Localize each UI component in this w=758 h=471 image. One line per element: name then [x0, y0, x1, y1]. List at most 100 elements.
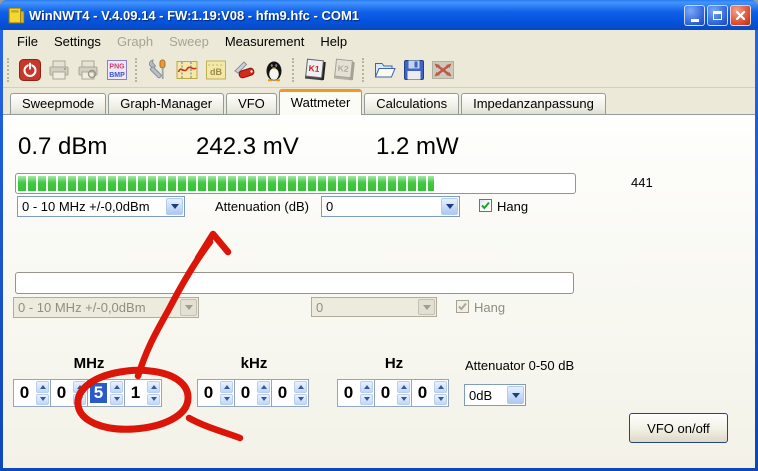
spin-down-icon[interactable] — [73, 394, 86, 406]
khz-digit-spinner[interactable]: 0 — [234, 379, 272, 407]
spin-down-icon[interactable] — [147, 394, 160, 406]
swiss-knife-icon[interactable] — [230, 55, 259, 84]
spin-down-icon[interactable] — [220, 394, 233, 406]
window-body: File Settings Graph Sweep Measurement He… — [3, 30, 755, 468]
close-button[interactable] — [730, 5, 751, 26]
mhz-digit-spinner[interactable]: 1 — [124, 379, 162, 407]
spin-down-icon[interactable] — [360, 394, 373, 406]
svg-text:PNG: PNG — [109, 63, 125, 70]
reading-millivolt: 242.3 mV — [196, 133, 299, 161]
linux-penguin-icon[interactable] — [259, 55, 288, 84]
spin-up-icon[interactable] — [360, 381, 373, 393]
app-icon — [8, 7, 25, 24]
mhz-group: MHz 0 0 5 1 — [13, 355, 165, 407]
khz-digit-spinner[interactable]: 0 — [197, 379, 235, 407]
toolbar-grip — [292, 58, 295, 82]
tab-vfo[interactable]: VFO — [226, 93, 277, 114]
spin-up-icon[interactable] — [257, 381, 270, 393]
probe2-attenuation-value: 0 — [316, 300, 323, 315]
print-icon — [44, 55, 73, 84]
spin-up-icon[interactable] — [110, 381, 123, 393]
k1-calibration-icon[interactable]: K1 — [300, 55, 329, 84]
svg-text:dB: dB — [210, 67, 222, 77]
probe2-hang-label: Hang — [474, 300, 505, 315]
spin-up-icon[interactable] — [220, 381, 233, 393]
chevron-down-icon[interactable] — [507, 386, 524, 404]
tab-graph-manager[interactable]: Graph-Manager — [108, 93, 224, 114]
probe2-range-select: 0 - 10 MHz +/-0,0dBm — [13, 297, 199, 318]
probe1-attenuation-select[interactable]: 0 — [321, 196, 460, 217]
check-icon — [457, 301, 468, 312]
hz-digit-spinner[interactable]: 0 — [337, 379, 375, 407]
hz-digit-spinner[interactable]: 0 — [374, 379, 412, 407]
hz-digit-spinner[interactable]: 0 — [411, 379, 449, 407]
disconnect-icon — [428, 55, 457, 84]
maximize-button[interactable] — [707, 5, 728, 26]
db-scale-icon[interactable]: dB — [201, 55, 230, 84]
probe1-attenuation-value: 0 — [326, 199, 333, 214]
tab-wattmeter[interactable]: Wattmeter — [279, 89, 362, 115]
probe1-range-select[interactable]: 0 - 10 MHz +/-0,0dBm — [17, 196, 185, 217]
chevron-down-icon — [180, 299, 197, 316]
settings-tools-icon[interactable] — [143, 55, 172, 84]
minimize-button[interactable] — [684, 5, 705, 26]
attenuation-label: Attenuation (dB) — [215, 199, 309, 214]
minimize-icon — [691, 19, 699, 22]
menu-sweep: Sweep — [161, 31, 217, 52]
tab-calculations[interactable]: Calculations — [364, 93, 459, 114]
toolbar-grip — [135, 58, 138, 82]
attenuator-value: 0dB — [469, 388, 492, 403]
attenuator-select[interactable]: 0dB — [464, 384, 526, 406]
tab-sweepmode[interactable]: Sweepmode — [10, 93, 106, 114]
khz-label: kHz — [197, 355, 311, 372]
exit-power-icon[interactable] — [15, 55, 44, 84]
spin-down-icon[interactable] — [434, 394, 447, 406]
graph-display-icon[interactable] — [172, 55, 201, 84]
wattmeter-page: 0.7 dBm 242.3 mV 1.2 mW 441 0 - 10 MHz +… — [3, 114, 755, 468]
chevron-down-icon[interactable] — [441, 198, 458, 215]
title-bar: WinNWT4 - V.4.09.14 - FW:1.19:V08 - hfm9… — [0, 0, 758, 30]
hz-label: Hz — [337, 355, 451, 372]
menu-measurement[interactable]: Measurement — [217, 31, 312, 52]
menu-settings[interactable]: Settings — [46, 31, 109, 52]
spin-up-icon[interactable] — [36, 381, 49, 393]
probe1-range-value: 0 - 10 MHz +/-0,0dBm — [22, 199, 150, 214]
spin-up-icon[interactable] — [397, 381, 410, 393]
spin-down-icon[interactable] — [397, 394, 410, 406]
maximize-icon — [713, 11, 722, 20]
khz-group: kHz 0 0 0 — [197, 355, 311, 407]
print-preview-icon — [73, 55, 102, 84]
mhz-digit-spinner-selected[interactable]: 5 — [87, 379, 125, 407]
mhz-label: MHz — [13, 355, 165, 372]
spin-up-icon[interactable] — [147, 381, 160, 393]
check-icon — [480, 200, 491, 211]
tab-impedanzanpassung[interactable]: Impedanzanpassung — [461, 93, 606, 114]
image-export-icon[interactable]: PNGBMP — [102, 55, 131, 84]
spin-up-icon[interactable] — [294, 381, 307, 393]
spin-down-icon[interactable] — [110, 394, 123, 406]
menu-help[interactable]: Help — [312, 31, 355, 52]
spin-up-icon[interactable] — [73, 381, 86, 393]
reading-dbm: 0.7 dBm — [18, 133, 107, 161]
open-file-icon[interactable] — [370, 55, 399, 84]
close-icon — [735, 10, 746, 21]
k2-calibration-icon: K2 — [329, 55, 358, 84]
vfo-onoff-button[interactable]: VFO on/off — [629, 413, 728, 443]
mhz-digit-spinner[interactable]: 0 — [13, 379, 51, 407]
khz-digit-spinner[interactable]: 0 — [271, 379, 309, 407]
probe1-hang-checkbox[interactable] — [479, 199, 492, 212]
spin-down-icon[interactable] — [257, 394, 270, 406]
probe2-range-value: 0 - 10 MHz +/-0,0dBm — [18, 300, 146, 315]
power-meter-bar-2 — [15, 272, 574, 294]
menu-file[interactable]: File — [9, 31, 46, 52]
spin-down-icon[interactable] — [294, 394, 307, 406]
toolbar: PNGBMP dB K1 K2 — [3, 52, 755, 88]
reading-milliwatt: 1.2 mW — [376, 133, 459, 161]
save-file-icon[interactable] — [399, 55, 428, 84]
mhz-digit-spinner[interactable]: 0 — [50, 379, 88, 407]
chevron-down-icon[interactable] — [166, 198, 183, 215]
probe2-hang-checkbox — [456, 300, 469, 313]
spin-up-icon[interactable] — [434, 381, 447, 393]
toolbar-grip — [362, 58, 365, 82]
spin-down-icon[interactable] — [36, 394, 49, 406]
